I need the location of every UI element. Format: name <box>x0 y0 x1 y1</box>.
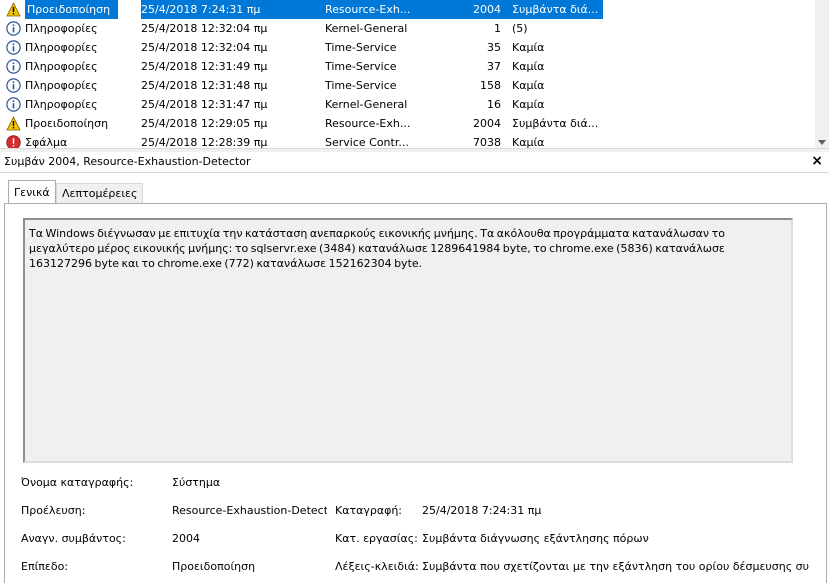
close-icon[interactable]: × <box>811 153 823 169</box>
general-tab-panel: Τα Windows διέγνωσαν με επιτυχία την κατ… <box>4 203 827 583</box>
event-source: Kernel-General <box>325 22 408 35</box>
task-label: Κατ. εργασίας: <box>335 532 418 545</box>
error-icon <box>6 135 21 148</box>
event-date: 25/4/2018 12:32:04 πμ <box>141 41 268 54</box>
event-rows: Προειδοποίηση 25/4/2018 7:24:31 πμ Resourc… <box>0 0 815 148</box>
event-description: Τα Windows διέγνωσαν με επιτυχία την κατ… <box>29 227 725 270</box>
source-value: Resource-Exhaustion-Detector <box>172 504 327 517</box>
info-icon <box>6 40 21 55</box>
event-source: Resource-Exh... <box>325 3 411 16</box>
warning-icon <box>6 2 21 17</box>
event-row[interactable]: Πληροφορίες 25/4/2018 12:31:48 πμ Time-Ser… <box>0 76 815 95</box>
event-task: Συμβάντα διά... <box>512 117 599 130</box>
event-task: Καμία <box>512 79 545 92</box>
event-source: Resource-Exh... <box>325 117 411 130</box>
event-id: 1 <box>494 22 501 35</box>
event-task: Καμία <box>512 41 545 54</box>
event-date: 25/4/2018 12:29:05 πμ <box>141 117 268 130</box>
event-level: Πληροφορίες <box>25 41 98 54</box>
event-id: 2004 <box>473 3 501 16</box>
event-task: Συμβάντα διά... <box>512 3 599 16</box>
event-date: 25/4/2018 12:32:04 πμ <box>141 22 268 35</box>
keywords-label: Λέξεις-κλειδιά: <box>335 560 419 573</box>
event-level: Πληροφορίες <box>25 60 98 73</box>
event-source: Time-Service <box>325 41 397 54</box>
scroll-down-arrow-icon[interactable] <box>818 140 826 145</box>
event-date: 25/4/2018 12:31:47 πμ <box>141 98 268 111</box>
event-row[interactable]: Πληροφορίες 25/4/2018 12:31:49 πμ Time-Ser… <box>0 57 815 76</box>
level-label: Επίπεδο: <box>21 560 69 573</box>
details-tabs: Γενικά Λεπτομέρειες <box>0 180 829 205</box>
event-source: Time-Service <box>325 60 397 73</box>
event-id: 16 <box>487 98 501 111</box>
info-icon <box>6 59 21 74</box>
logged-label: Καταγραφή: <box>335 504 403 517</box>
event-source: Service Contr... <box>325 136 409 148</box>
event-date: 25/4/2018 12:28:39 πμ <box>141 136 268 148</box>
event-id: 35 <box>487 41 501 54</box>
event-row[interactable]: Προειδοποίηση 25/4/2018 12:29:05 πμ Resour… <box>0 114 815 133</box>
source-label: Προέλευση: <box>21 504 86 517</box>
event-task: Καμία <box>512 98 545 111</box>
info-icon <box>6 97 21 112</box>
event-task: Καμία <box>512 60 545 73</box>
details-header: Συμβάν 2004, Resource-Exhaustion-Detecto… <box>0 152 829 173</box>
log-name-value: Σύστημα <box>172 476 221 489</box>
keywords-value: Συμβάντα που σχετίζονται με την εξάντλησ… <box>422 560 810 573</box>
event-id: 158 <box>480 79 501 92</box>
event-source: Time-Service <box>325 79 397 92</box>
info-icon <box>6 78 21 93</box>
event-source: Kernel-General <box>325 98 408 111</box>
event-id: 7038 <box>473 136 501 148</box>
task-value: Συμβάντα διάγνωσης εξάντλησης πόρων <box>422 532 649 545</box>
event-date: 25/4/2018 12:31:48 πμ <box>141 79 268 92</box>
tab-general[interactable]: Γενικά <box>8 180 56 205</box>
event-level: Προειδοποίηση <box>25 0 119 19</box>
event-id-label: Αναγν. συμβάντος: <box>21 532 126 545</box>
tab-details[interactable]: Λεπτομέρειες <box>56 183 144 204</box>
event-level: Προειδοποίηση <box>25 117 109 130</box>
event-id: 2004 <box>473 117 501 130</box>
event-task: Καμία <box>512 136 545 148</box>
event-level: Πληροφορίες <box>25 22 98 35</box>
event-list[interactable]: Προειδοποίηση 25/4/2018 7:24:31 πμ Resourc… <box>0 0 829 148</box>
event-list-scrollbar[interactable] <box>815 0 829 148</box>
event-id-value: 2004 <box>172 532 200 545</box>
log-name-label: Όνομα καταγραφής: <box>21 476 134 489</box>
level-value: Προειδοποίηση <box>172 560 256 573</box>
event-row[interactable]: Σφάλμα 25/4/2018 12:28:39 πμ Service Contr… <box>0 133 815 148</box>
event-level: Σφάλμα <box>25 136 68 148</box>
logged-value: 25/4/2018 7:24:31 πμ <box>422 504 542 517</box>
event-description-box[interactable]: Τα Windows διέγνωσαν με επιτυχία την κατ… <box>23 218 793 463</box>
event-date: 25/4/2018 7:24:31 πμ <box>141 3 261 16</box>
event-level: Πληροφορίες <box>25 98 98 111</box>
event-level: Πληροφορίες <box>25 79 98 92</box>
event-row[interactable]: Πληροφορίες 25/4/2018 12:32:04 πμ Time-Ser… <box>0 38 815 57</box>
event-row[interactable]: Πληροφορίες 25/4/2018 12:31:47 πμ Kernel-G… <box>0 95 815 114</box>
details-title: Συμβάν 2004, Resource-Exhaustion-Detecto… <box>4 155 251 168</box>
event-id: 37 <box>487 60 501 73</box>
info-icon <box>6 21 21 36</box>
event-date: 25/4/2018 12:31:49 πμ <box>141 60 268 73</box>
event-row[interactable]: Πληροφορίες 25/4/2018 12:32:04 πμ Kernel-G… <box>0 19 815 38</box>
event-task: (5) <box>512 22 528 35</box>
warning-icon <box>6 116 21 131</box>
event-row[interactable]: Προειδοποίηση 25/4/2018 7:24:31 πμ Resourc… <box>0 0 815 19</box>
